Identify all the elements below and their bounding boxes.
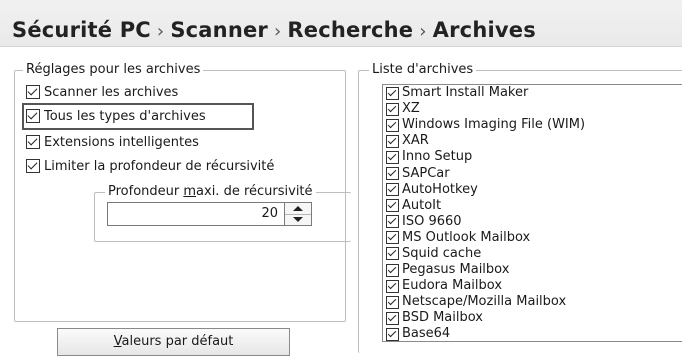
archive-checkbox[interactable] [386, 199, 399, 213]
archive-checkbox[interactable] [386, 327, 399, 341]
arrow-down-icon [293, 217, 303, 222]
archive-label: AutoIt [402, 197, 442, 213]
spin-down-button[interactable] [285, 214, 311, 225]
max-depth-value: 20 [261, 206, 278, 221]
archive-label: SAPCar [402, 165, 450, 181]
breadcrumb: Sécurité PC › Scanner › Recherche › Archives [12, 18, 536, 42]
archive-label: Smart Install Maker [402, 85, 529, 101]
max-depth-spinner[interactable] [285, 202, 312, 226]
archive-label: Pegasus Mailbox [402, 262, 510, 278]
breadcrumb-separator: › [156, 21, 165, 42]
archive-list-item[interactable]: Inno Setup [383, 149, 682, 165]
archive-list-item[interactable]: AutoIt [383, 198, 682, 214]
archive-checkbox[interactable] [386, 118, 399, 132]
archive-label: AutoHotkey [402, 181, 478, 197]
archive-list-item[interactable]: Squid cache [383, 246, 682, 262]
scan-archives-label: Scanner les archives [44, 84, 179, 100]
archive-list-item[interactable]: Pegasus Mailbox [383, 262, 682, 278]
breadcrumb-separator: › [419, 21, 427, 42]
all-archive-types-checkbox[interactable] [26, 109, 40, 123]
archive-list-item[interactable]: XAR [383, 133, 682, 149]
archive-list-item[interactable]: MS Outlook Mailbox [383, 230, 682, 246]
limit-recursion-option[interactable]: Limiter la profondeur de récursivité [26, 156, 274, 176]
archive-checkbox[interactable] [386, 86, 399, 100]
archive-list-item[interactable]: BSD Mailbox [383, 310, 682, 326]
archive-list-item[interactable]: Eudora Mailbox [383, 278, 682, 294]
archive-list-item[interactable]: Smart Install Maker [383, 85, 682, 101]
breadcrumb-item-scanner[interactable]: Scanner [170, 18, 268, 42]
arrow-up-icon [293, 206, 303, 211]
archive-checkbox[interactable] [386, 279, 399, 293]
breadcrumb-separator: › [273, 21, 282, 42]
breadcrumb-item-archives: Archives [432, 18, 536, 42]
archive-checkbox[interactable] [386, 231, 399, 245]
archive-label: Windows Imaging File (WIM) [402, 117, 586, 133]
archive-settings-legend: Réglages pour les archives [23, 62, 204, 77]
limit-recursion-checkbox[interactable] [26, 159, 40, 173]
smart-extensions-label: Extensions intelligentes [44, 134, 199, 150]
archive-list-item[interactable]: XZ [383, 101, 682, 117]
archive-label: XAR [402, 133, 429, 149]
smart-extensions-option[interactable]: Extensions intelligentes [26, 132, 199, 152]
archive-label: Squid cache [402, 245, 482, 261]
max-depth-legend: Profondeur maxi. de récursivité [105, 184, 316, 199]
archive-list-legend: Liste d'archives [369, 62, 477, 77]
archive-list-item[interactable]: Base64 [383, 326, 682, 342]
max-depth-input[interactable]: 20 [107, 202, 285, 226]
archive-checkbox[interactable] [386, 215, 399, 229]
archive-label: MS Outlook Mailbox [402, 229, 531, 245]
archive-checkbox[interactable] [386, 102, 399, 116]
archive-list-item[interactable]: ISO 9660 [383, 214, 682, 230]
archive-label: XZ [402, 101, 420, 117]
archive-checkbox[interactable] [386, 167, 399, 181]
archive-list-item[interactable]: AutoHotkey [383, 182, 682, 198]
archive-label: Netscape/Mozilla Mailbox [402, 294, 567, 310]
archive-label: Inno Setup [402, 149, 473, 165]
archive-list[interactable]: Smart Install Maker XZ Windows Imaging Fil… [382, 84, 682, 342]
archive-checkbox[interactable] [386, 247, 399, 261]
breadcrumb-item-securite-pc[interactable]: Sécurité PC [12, 18, 151, 42]
archive-label: BSD Mailbox [402, 310, 483, 326]
limit-recursion-label: Limiter la profondeur de récursivité [44, 158, 275, 174]
all-archive-types-option[interactable]: Tous les types d'archives [26, 106, 206, 126]
title-bar: Sécurité PC › Scanner › Recherche › Archives [0, 0, 682, 47]
archive-checkbox[interactable] [386, 150, 399, 164]
archive-label: ISO 9660 [402, 213, 462, 229]
archive-list-item[interactable]: Netscape/Mozilla Mailbox [383, 294, 682, 310]
archive-checkbox[interactable] [386, 263, 399, 277]
archive-checkbox[interactable] [386, 311, 399, 325]
breadcrumb-item-recherche[interactable]: Recherche [287, 18, 413, 42]
archive-checkbox[interactable] [386, 134, 399, 148]
archive-label: Eudora Mailbox [402, 278, 503, 294]
archive-list-item[interactable]: Windows Imaging File (WIM) [383, 117, 682, 133]
archive-checkbox[interactable] [386, 183, 399, 197]
archive-list-item[interactable]: SAPCar [383, 165, 682, 181]
scan-archives-option[interactable]: Scanner les archives [26, 82, 178, 102]
all-archive-types-label: Tous les types d'archives [44, 108, 206, 124]
smart-extensions-checkbox[interactable] [26, 135, 40, 149]
archive-label: Base64 [402, 326, 451, 342]
archive-checkbox[interactable] [386, 295, 399, 309]
scan-archives-checkbox[interactable] [26, 85, 40, 99]
